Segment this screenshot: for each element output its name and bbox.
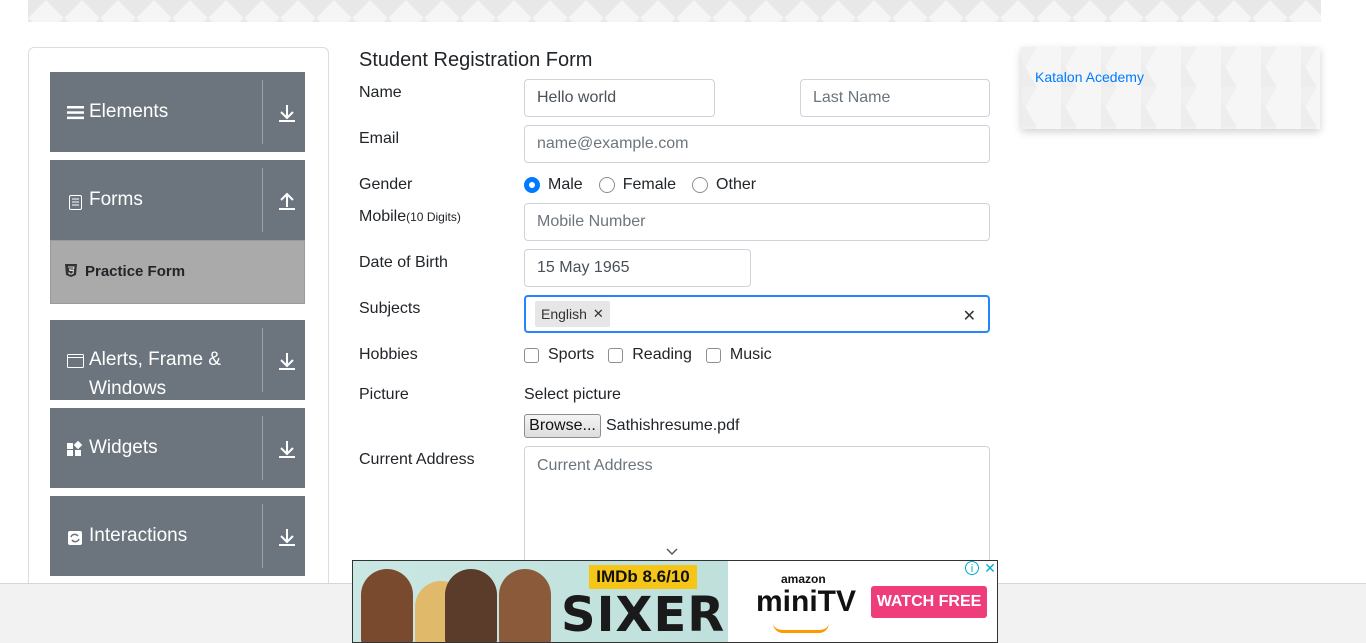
sidebar-item-label: Practice Form bbox=[85, 263, 186, 280]
name-label: Name bbox=[359, 84, 402, 101]
top-banner bbox=[28, 0, 1321, 22]
arrow-up-icon[interactable] bbox=[276, 190, 298, 212]
ad-artwork: IMDb 8.6/10 SIXER bbox=[353, 561, 728, 643]
arrow-down-icon[interactable] bbox=[276, 438, 298, 460]
chevron-down-icon[interactable] bbox=[665, 545, 679, 559]
katalon-academy-link[interactable]: Katalon Acedemy bbox=[1035, 69, 1144, 85]
minitv-logo: miniTV bbox=[756, 585, 857, 618]
document-icon bbox=[66, 193, 84, 211]
ad-show-title: SIXER bbox=[561, 587, 726, 643]
arrow-down-icon[interactable] bbox=[276, 102, 298, 124]
sidebar-group-label: Forms bbox=[89, 189, 143, 210]
divider bbox=[262, 328, 263, 392]
picture-label: Picture bbox=[359, 386, 409, 403]
widgets-icon bbox=[66, 440, 84, 458]
gender-option-label[interactable]: Other bbox=[716, 176, 756, 194]
sidebar-group-widgets[interactable]: Widgets bbox=[50, 408, 305, 488]
sidebar-group-elements[interactable]: Elements bbox=[50, 72, 305, 152]
sidebar-group-label: Interactions bbox=[89, 525, 188, 546]
sidebar-group-label: Alerts, Frame & bbox=[89, 349, 221, 370]
sidebar-group-label-line2: Windows bbox=[89, 378, 167, 399]
ad-info-icon[interactable]: i bbox=[965, 561, 979, 575]
page-title: Student Registration Form bbox=[359, 49, 593, 71]
hobby-sports-checkbox[interactable] bbox=[524, 347, 539, 363]
gender-male-radio[interactable] bbox=[524, 177, 540, 193]
subject-chip: English ✕ bbox=[535, 301, 610, 327]
hobby-label[interactable]: Reading bbox=[632, 346, 692, 364]
gender-option-label[interactable]: Male bbox=[548, 176, 583, 194]
window-icon bbox=[66, 352, 84, 370]
selected-file-name: Sathishresume.pdf bbox=[606, 417, 740, 434]
sidebar-group-label: Widgets bbox=[89, 437, 158, 458]
hobby-music-checkbox[interactable] bbox=[705, 347, 721, 363]
browse-button[interactable]: Browse... bbox=[524, 414, 601, 438]
email-input[interactable]: name@example.com bbox=[524, 125, 990, 163]
hobby-label[interactable]: Sports bbox=[548, 346, 594, 364]
divider bbox=[262, 504, 263, 568]
ad-person-image bbox=[445, 569, 497, 642]
dob-label: Date of Birth bbox=[359, 254, 448, 271]
mobile-label: Mobile(10 Digits) bbox=[359, 208, 461, 226]
date-of-birth-input[interactable]: 15 May 1965 bbox=[524, 249, 751, 287]
last-name-input[interactable]: Last Name bbox=[800, 79, 990, 117]
arrow-down-icon[interactable] bbox=[276, 350, 298, 372]
hamburger-icon bbox=[66, 103, 84, 121]
side-ad-card: Katalon Acedemy bbox=[1021, 47, 1320, 129]
ad-close-icon[interactable]: ✕ bbox=[982, 561, 997, 576]
ad-person-image bbox=[499, 569, 551, 642]
subjects-input[interactable]: English ✕ ✕ bbox=[524, 295, 990, 333]
amazon-smile-icon bbox=[773, 623, 829, 633]
hobby-label[interactable]: Music bbox=[730, 346, 772, 364]
imdb-rating: IMDb 8.6/10 bbox=[589, 565, 697, 589]
subject-chip-label: English bbox=[541, 306, 587, 322]
current-address-label: Current Address bbox=[359, 451, 475, 468]
remove-chip-icon[interactable]: ✕ bbox=[593, 306, 610, 322]
watch-free-button[interactable]: WATCH FREE bbox=[871, 586, 987, 618]
gender-label: Gender bbox=[359, 176, 413, 193]
amazon-logo-text: amazon bbox=[781, 572, 826, 586]
select-picture-label: Select picture bbox=[524, 386, 621, 403]
sidebar-group-label: Elements bbox=[89, 101, 169, 122]
arrow-down-icon[interactable] bbox=[276, 526, 298, 548]
clear-icon[interactable]: ✕ bbox=[963, 306, 976, 326]
mobile-input[interactable]: Mobile Number bbox=[524, 203, 990, 241]
hobby-reading-checkbox[interactable] bbox=[608, 347, 624, 363]
hobbies-checkbox-group: Sports Reading Music bbox=[524, 346, 786, 364]
sidebar-group-alerts[interactable]: Alerts, Frame & Windows bbox=[50, 320, 305, 400]
mobile-hint: (10 Digits) bbox=[406, 210, 461, 224]
gender-other-radio[interactable] bbox=[692, 177, 709, 193]
left-sidebar: Elements Forms Practice Form Alerts, Fra… bbox=[28, 47, 329, 607]
first-name-input[interactable]: Hello world bbox=[524, 79, 715, 117]
bottom-ad-banner[interactable]: IMDb 8.6/10 SIXER amazon miniTV WATCH FR… bbox=[352, 560, 998, 643]
hobbies-label: Hobbies bbox=[359, 346, 418, 363]
divider bbox=[262, 168, 263, 232]
divider bbox=[262, 80, 263, 144]
sidebar-item-practice-form[interactable]: Practice Form bbox=[50, 240, 305, 304]
gender-option-label[interactable]: Female bbox=[623, 176, 676, 194]
html5-icon bbox=[65, 264, 77, 282]
gender-radio-group: Male Female Other bbox=[524, 175, 772, 195]
sidebar-group-forms[interactable]: Forms bbox=[50, 160, 305, 240]
email-label: Email bbox=[359, 130, 400, 147]
gender-female-radio[interactable] bbox=[598, 177, 615, 193]
divider bbox=[262, 416, 263, 480]
sidebar-group-interactions[interactable]: Interactions bbox=[50, 496, 305, 576]
interactions-icon bbox=[66, 529, 84, 547]
subjects-label: Subjects bbox=[359, 300, 421, 317]
mobile-label-text: Mobile bbox=[359, 208, 407, 225]
ad-person-image bbox=[361, 569, 413, 642]
